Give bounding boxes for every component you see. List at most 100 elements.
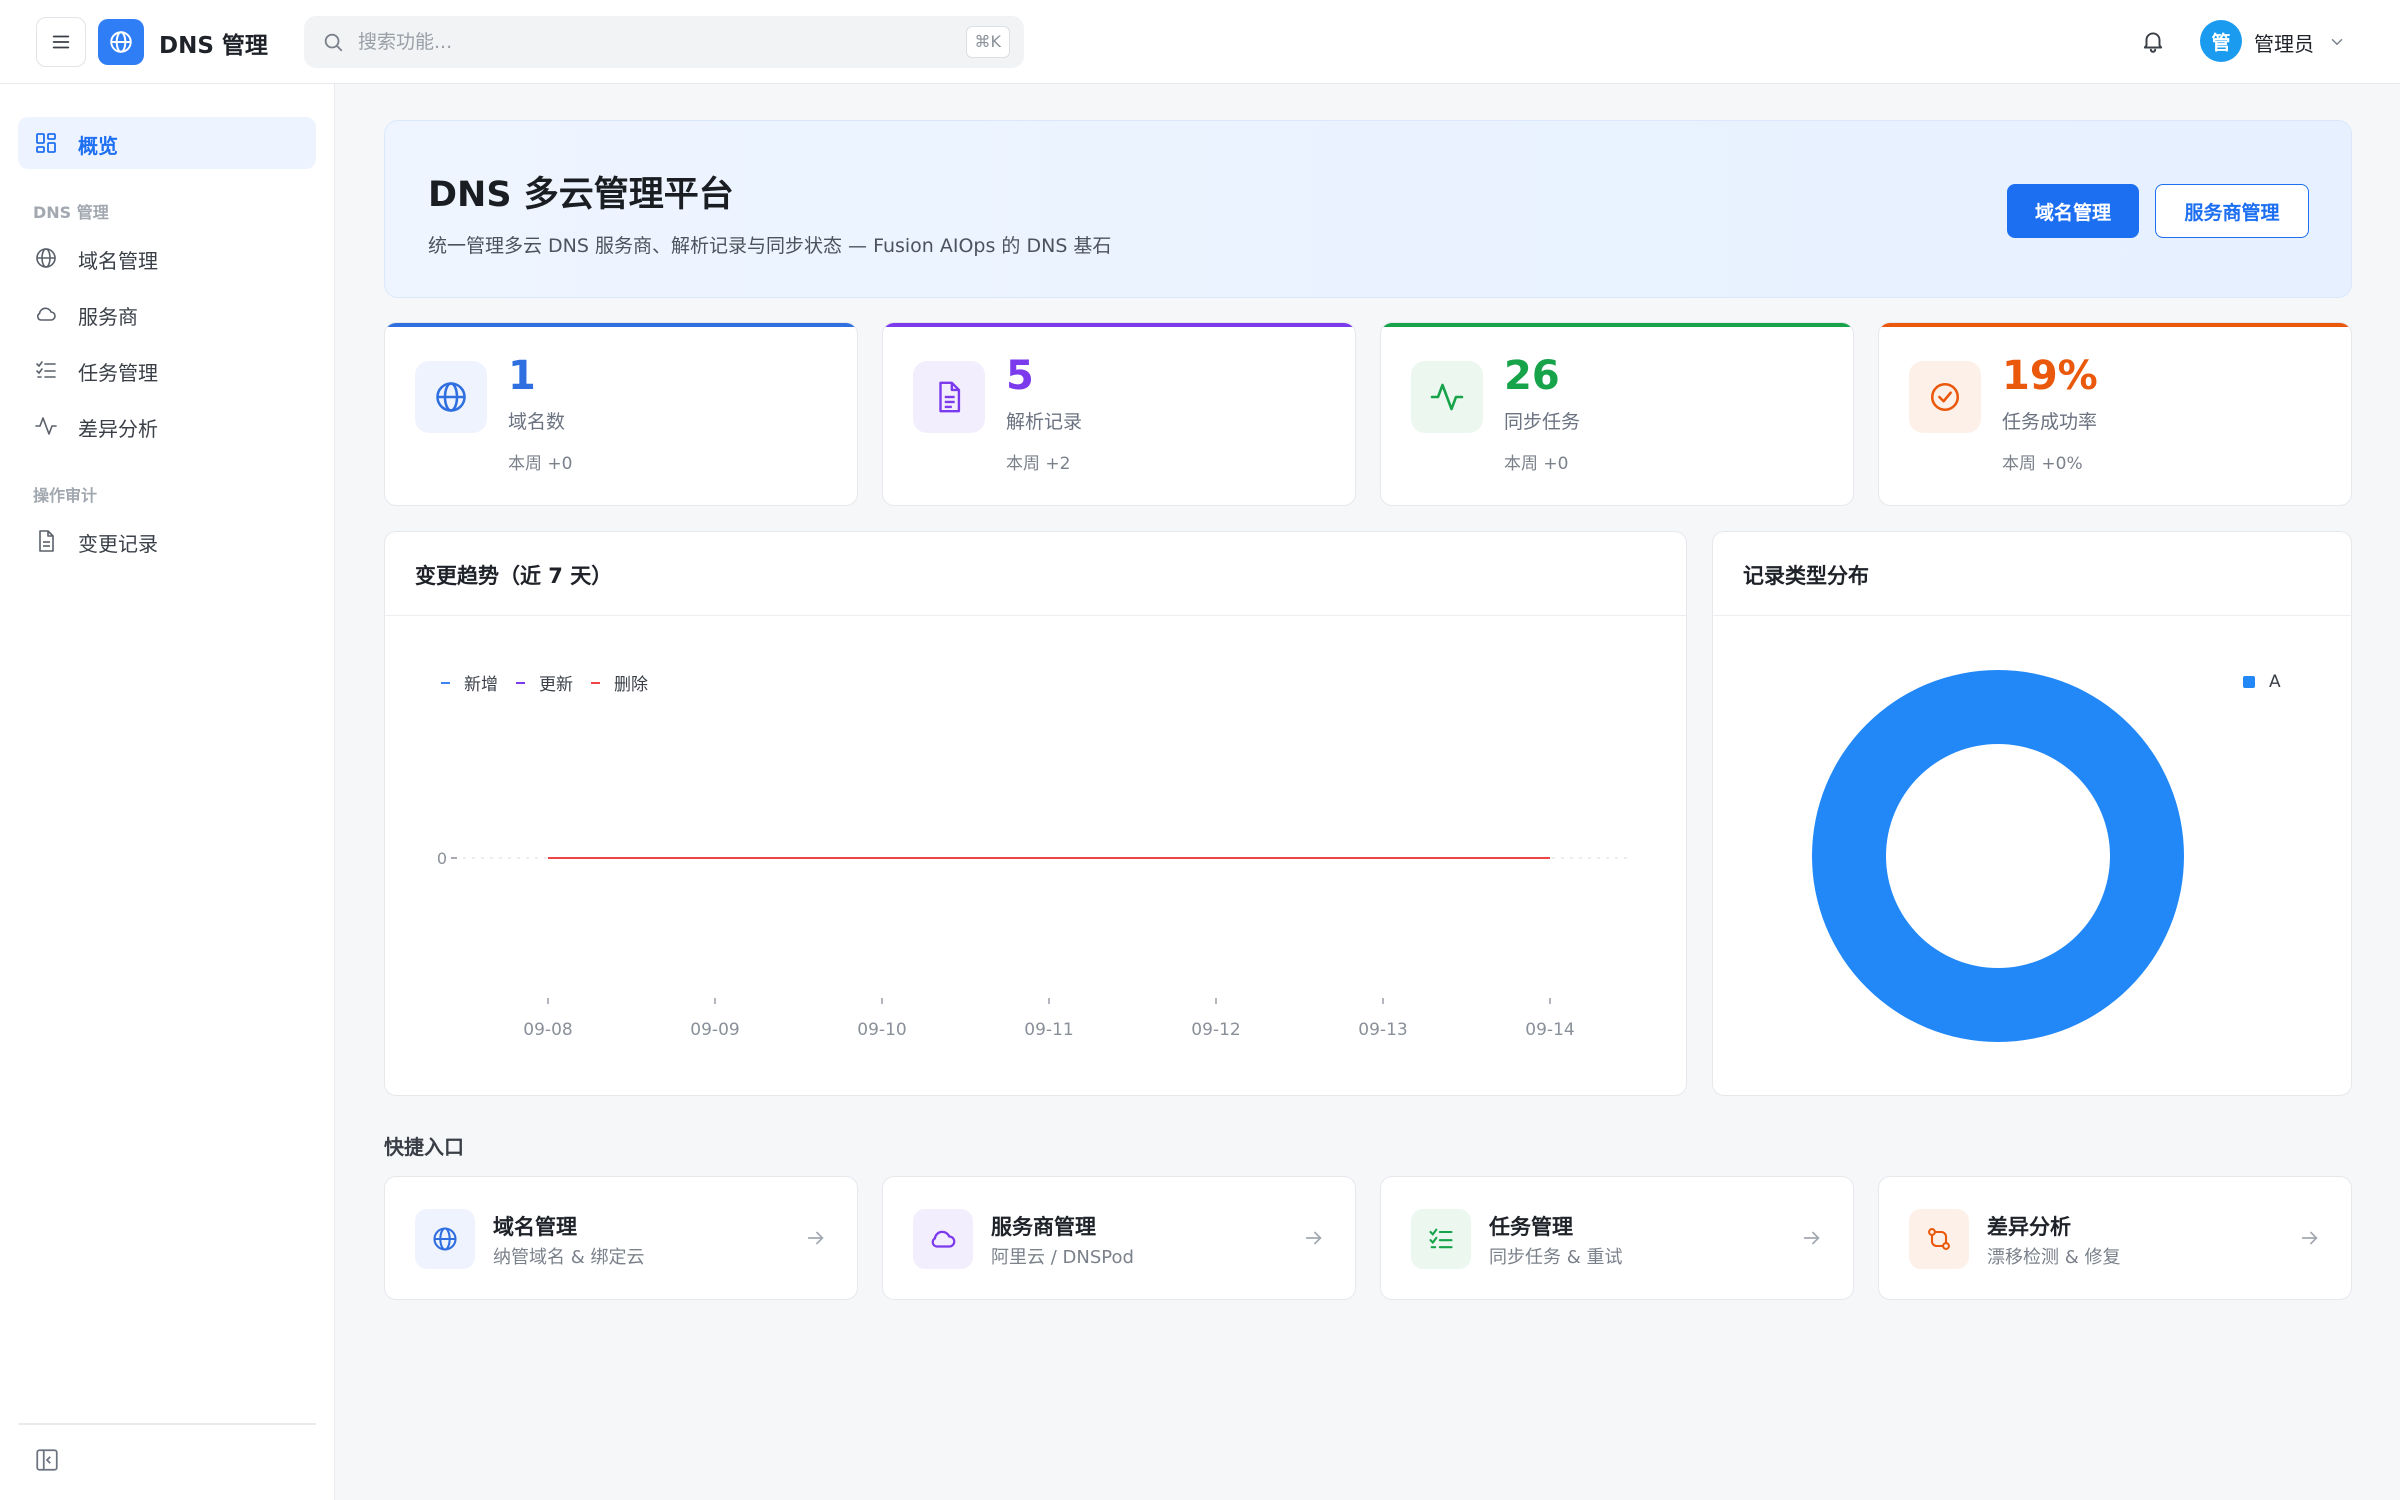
stat-weekly-change: 本周 +0 bbox=[508, 454, 573, 474]
sidebar-item-providers[interactable]: 服务商 bbox=[18, 288, 316, 340]
quick-entry-tasks[interactable]: 任务管理 同步任务 & 重试 bbox=[1380, 1176, 1854, 1300]
stat-accent-bar bbox=[1381, 323, 1853, 327]
bell-icon[interactable] bbox=[2140, 26, 2166, 56]
arrow-right-icon bbox=[1305, 1231, 1322, 1245]
x-tick-label: 09-08 bbox=[523, 1020, 572, 1040]
stat-card-domains: 1 域名数 本周 +0 bbox=[384, 322, 858, 506]
quick-entry-title: 任务管理 bbox=[1489, 1215, 1573, 1239]
stat-icon-box bbox=[913, 361, 985, 433]
page-subtitle: 统一管理多云 DNS 服务商、解析记录与同步状态 — Fusion AIOps … bbox=[428, 235, 1112, 257]
search-box[interactable]: ⌘K bbox=[304, 16, 1024, 68]
sidebar-item-label: 任务管理 bbox=[78, 361, 158, 385]
activity-icon bbox=[1430, 383, 1464, 411]
stat-label: 解析记录 bbox=[1006, 411, 1083, 433]
sidebar: 概览 DNS 管理 域名管理 服务商 任务管理 差异分析 操作审计 变更记录 bbox=[0, 84, 335, 1500]
stat-accent-bar bbox=[883, 323, 1355, 327]
domain-management-button[interactable]: 域名管理 bbox=[2007, 184, 2139, 238]
sidebar-divider bbox=[18, 1423, 316, 1425]
quick-entry-subtitle: 纳管域名 & 绑定云 bbox=[493, 1247, 645, 1268]
quick-entry-providers[interactable]: 服务商管理 阿里云 / DNSPod bbox=[882, 1176, 1356, 1300]
stat-label: 域名数 bbox=[508, 411, 566, 433]
globe-icon bbox=[433, 1227, 457, 1251]
check-circle-icon bbox=[1930, 382, 1960, 412]
sidebar-item-label: 概览 bbox=[78, 134, 118, 158]
quick-entry-domains[interactable]: 域名管理 纳管域名 & 绑定云 bbox=[384, 1176, 858, 1300]
x-tick-label: 09-14 bbox=[1525, 1020, 1574, 1040]
file-text-icon bbox=[939, 381, 961, 413]
quick-entry-diff[interactable]: 差异分析 漂移检测 & 修复 bbox=[1878, 1176, 2352, 1300]
sidebar-item-label: 变更记录 bbox=[78, 532, 158, 556]
panel-title: 变更趋势（近 7 天） bbox=[415, 564, 613, 588]
user-name[interactable]: 管理员 bbox=[2254, 28, 2314, 57]
app-logo[interactable] bbox=[98, 19, 144, 65]
stat-value: 19% bbox=[2002, 353, 2098, 399]
x-tick-label: 09-10 bbox=[857, 1020, 906, 1040]
cloud-icon bbox=[931, 1230, 956, 1248]
sidebar-item-overview[interactable]: 概览 bbox=[18, 117, 316, 169]
quick-icon-box bbox=[415, 1209, 475, 1269]
git-compare-icon bbox=[1928, 1228, 1950, 1250]
arrow-right-icon bbox=[1803, 1231, 1820, 1245]
menu-toggle-button[interactable] bbox=[36, 17, 86, 67]
quick-icon-box bbox=[1909, 1209, 1969, 1269]
activity-icon bbox=[35, 417, 57, 435]
search-icon bbox=[324, 33, 343, 52]
quick-section-title: 快捷入口 bbox=[384, 1135, 464, 1159]
search-shortcut-badge: ⌘K bbox=[965, 26, 1010, 58]
x-tick-label: 09-11 bbox=[1024, 1020, 1073, 1040]
stat-value: 5 bbox=[1006, 353, 1034, 399]
sidebar-collapse-icon[interactable] bbox=[34, 1447, 60, 1473]
quick-entry-subtitle: 同步任务 & 重试 bbox=[1489, 1247, 1623, 1268]
quick-entry-title: 差异分析 bbox=[1987, 1215, 2071, 1239]
quick-icon-box bbox=[1411, 1209, 1471, 1269]
stat-accent-bar bbox=[1879, 323, 2351, 327]
sidebar-item-diff[interactable]: 差异分析 bbox=[18, 400, 316, 452]
globe-icon bbox=[436, 382, 466, 412]
cloud-icon bbox=[37, 307, 56, 321]
stat-icon-box bbox=[1411, 361, 1483, 433]
sidebar-group-audit: 操作审计 bbox=[33, 486, 98, 505]
panel-header: 记录类型分布 bbox=[1713, 532, 2351, 616]
donut-slice-A[interactable] bbox=[1812, 670, 2184, 1042]
sidebar-group-dns: DNS 管理 bbox=[33, 203, 109, 222]
y-tick-label: 0 bbox=[437, 849, 447, 868]
search-input[interactable] bbox=[358, 26, 918, 58]
arrow-right-icon bbox=[807, 1231, 824, 1245]
stat-weekly-change: 本周 +2 bbox=[1006, 454, 1071, 474]
quick-entry-title: 服务商管理 bbox=[991, 1215, 1096, 1239]
globe-icon bbox=[110, 31, 132, 53]
dashboard-icon bbox=[36, 133, 56, 153]
trend-line-chart: 0 09-08 09-09 09-10 09-11 09-12 09-13 09-14 bbox=[437, 849, 1630, 1040]
hero-banner: DNS 多云管理平台 统一管理多云 DNS 服务商、解析记录与同步状态 — Fu… bbox=[384, 120, 2352, 298]
panel-title: 记录类型分布 bbox=[1743, 564, 1869, 588]
stat-label: 任务成功率 bbox=[2002, 411, 2098, 433]
provider-management-button[interactable]: 服务商管理 bbox=[2155, 184, 2309, 238]
stat-weekly-change: 本周 +0% bbox=[2002, 454, 2083, 474]
quick-entry-subtitle: 阿里云 / DNSPod bbox=[991, 1247, 1134, 1268]
chevron-down-icon[interactable] bbox=[2328, 33, 2346, 51]
task-list-icon bbox=[36, 361, 56, 378]
stat-icon-box bbox=[1909, 361, 1981, 433]
menu-icon bbox=[52, 35, 70, 49]
stat-card-success-rate: 19% 任务成功率 本周 +0% bbox=[1878, 322, 2352, 506]
x-tick-label: 09-12 bbox=[1191, 1020, 1240, 1040]
stat-value: 1 bbox=[508, 353, 536, 399]
page-title: DNS 多云管理平台 bbox=[428, 175, 734, 215]
sidebar-item-domains[interactable]: 域名管理 bbox=[18, 232, 316, 284]
task-list-icon bbox=[1429, 1228, 1453, 1249]
record-type-donut-chart bbox=[1812, 670, 2184, 1042]
avatar[interactable]: 管 bbox=[2200, 20, 2242, 62]
x-tick-label: 09-13 bbox=[1358, 1020, 1407, 1040]
globe-icon bbox=[36, 248, 56, 268]
sidebar-item-tasks[interactable]: 任务管理 bbox=[18, 344, 316, 396]
stat-card-records: 5 解析记录 本周 +2 bbox=[882, 322, 1356, 506]
stat-accent-bar bbox=[385, 323, 857, 327]
stat-weekly-change: 本周 +0 bbox=[1504, 454, 1569, 474]
trend-chart-panel: 变更趋势（近 7 天） 新增 更新 删除 0 09-08 09-09 09-10 09-… bbox=[384, 531, 1687, 1096]
sidebar-item-changelog[interactable]: 变更记录 bbox=[18, 515, 316, 567]
app-title: DNS 管理 bbox=[159, 33, 268, 59]
sidebar-item-label: 差异分析 bbox=[78, 417, 158, 441]
x-tick-label: 09-09 bbox=[690, 1020, 739, 1040]
sidebar-item-label: 服务商 bbox=[78, 305, 138, 329]
quick-entry-subtitle: 漂移检测 & 修复 bbox=[1987, 1247, 2121, 1268]
